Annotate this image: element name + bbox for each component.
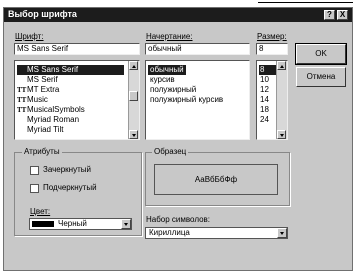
font-list-item[interactable]: MS Serif [17, 75, 58, 85]
arrow-up-icon [280, 65, 284, 68]
size-input[interactable]: 8 [256, 43, 288, 55]
close-button[interactable]: X [337, 10, 348, 20]
scroll-down-button[interactable] [129, 130, 138, 139]
font-input-value: MS Sans Serif [17, 44, 69, 53]
script-dropdown[interactable]: Кириллица [145, 227, 288, 239]
truetype-icon: TT [17, 96, 27, 104]
script-label: Набор символов: [146, 215, 211, 224]
title-bar: Выбор шрифта ? X [4, 8, 352, 22]
chevron-down-icon [124, 223, 128, 226]
arrow-up-icon [132, 65, 136, 68]
ok-button[interactable]: OK [295, 43, 347, 65]
sample-text: АаВбБбФф [194, 175, 238, 184]
underline-checkbox[interactable] [30, 184, 39, 193]
style-list-item[interactable]: полужирный курсив [150, 95, 223, 105]
font-label: Шрифт: [15, 32, 44, 41]
size-list-scrollbar[interactable] [276, 61, 287, 139]
font-list-scrollbar[interactable] [128, 61, 139, 139]
size-list[interactable]: 8 10 12 14 18 24 [256, 60, 288, 140]
color-dropdown[interactable]: Черный [29, 218, 132, 230]
size-list-item[interactable]: 8 [259, 65, 277, 75]
size-list-item[interactable]: 12 [260, 85, 269, 95]
cancel-button[interactable]: Отмена [296, 67, 346, 87]
truetype-icon: TT [17, 86, 27, 94]
strikeout-label: Зачеркнутый [43, 165, 91, 174]
window-title: Выбор шрифта [8, 9, 77, 19]
help-button[interactable]: ? [324, 10, 335, 20]
font-list-item[interactable]: MS Sans Serif [17, 65, 124, 75]
style-list-item[interactable]: обычный [148, 65, 186, 75]
size-list-item[interactable]: 18 [260, 105, 269, 115]
style-label: Начертание: [146, 32, 193, 41]
style-input[interactable]: обычный [145, 43, 250, 55]
scroll-up-button[interactable] [277, 61, 286, 70]
chevron-down-icon [280, 232, 284, 235]
style-list-item[interactable]: полужирный [150, 85, 196, 95]
arrow-down-icon [280, 134, 284, 137]
truetype-icon: TT [17, 106, 27, 114]
color-value: Черный [58, 219, 87, 228]
color-label: Цвет: [30, 207, 51, 216]
effects-group-title: Атрибуты [22, 147, 62, 156]
font-list-item[interactable]: TTMusicalSymbols [17, 105, 85, 115]
size-list-item[interactable]: 10 [260, 75, 269, 85]
scroll-thumb[interactable] [129, 91, 138, 101]
size-input-value: 8 [259, 44, 264, 53]
style-input-value: обычный [148, 44, 182, 53]
dropdown-button[interactable] [121, 219, 131, 229]
size-list-item[interactable]: 14 [260, 95, 269, 105]
font-list-item[interactable]: TTMusic [17, 95, 48, 105]
font-input[interactable]: MS Sans Serif [14, 43, 140, 55]
scroll-up-button[interactable] [129, 61, 138, 70]
scroll-down-button[interactable] [277, 130, 286, 139]
underline-label: Подчеркнутый [43, 183, 97, 192]
strikeout-checkbox[interactable] [30, 166, 39, 175]
size-label: Размер: [257, 32, 287, 41]
sample-group-title: Образец [152, 147, 189, 156]
size-list-item[interactable]: 24 [260, 115, 269, 125]
arrow-down-icon [132, 134, 136, 137]
color-swatch [32, 221, 54, 227]
dropdown-button[interactable] [277, 228, 287, 238]
style-list[interactable]: обычный курсив полужирный полужирный кур… [145, 60, 250, 140]
font-list-item[interactable]: Myriad Roman [17, 115, 79, 125]
font-list-item[interactable]: Myriad Tilt [17, 125, 63, 135]
font-list[interactable]: MS Sans Serif MS Serif TTMT Extra TTMusi… [14, 60, 140, 140]
font-list-item[interactable]: TTMT Extra [17, 85, 59, 95]
script-value: Кириллица [149, 228, 190, 237]
sample-preview: АаВбБбФф [154, 164, 278, 195]
style-list-item[interactable]: курсив [150, 75, 175, 85]
top-edge-line [258, 2, 353, 3]
